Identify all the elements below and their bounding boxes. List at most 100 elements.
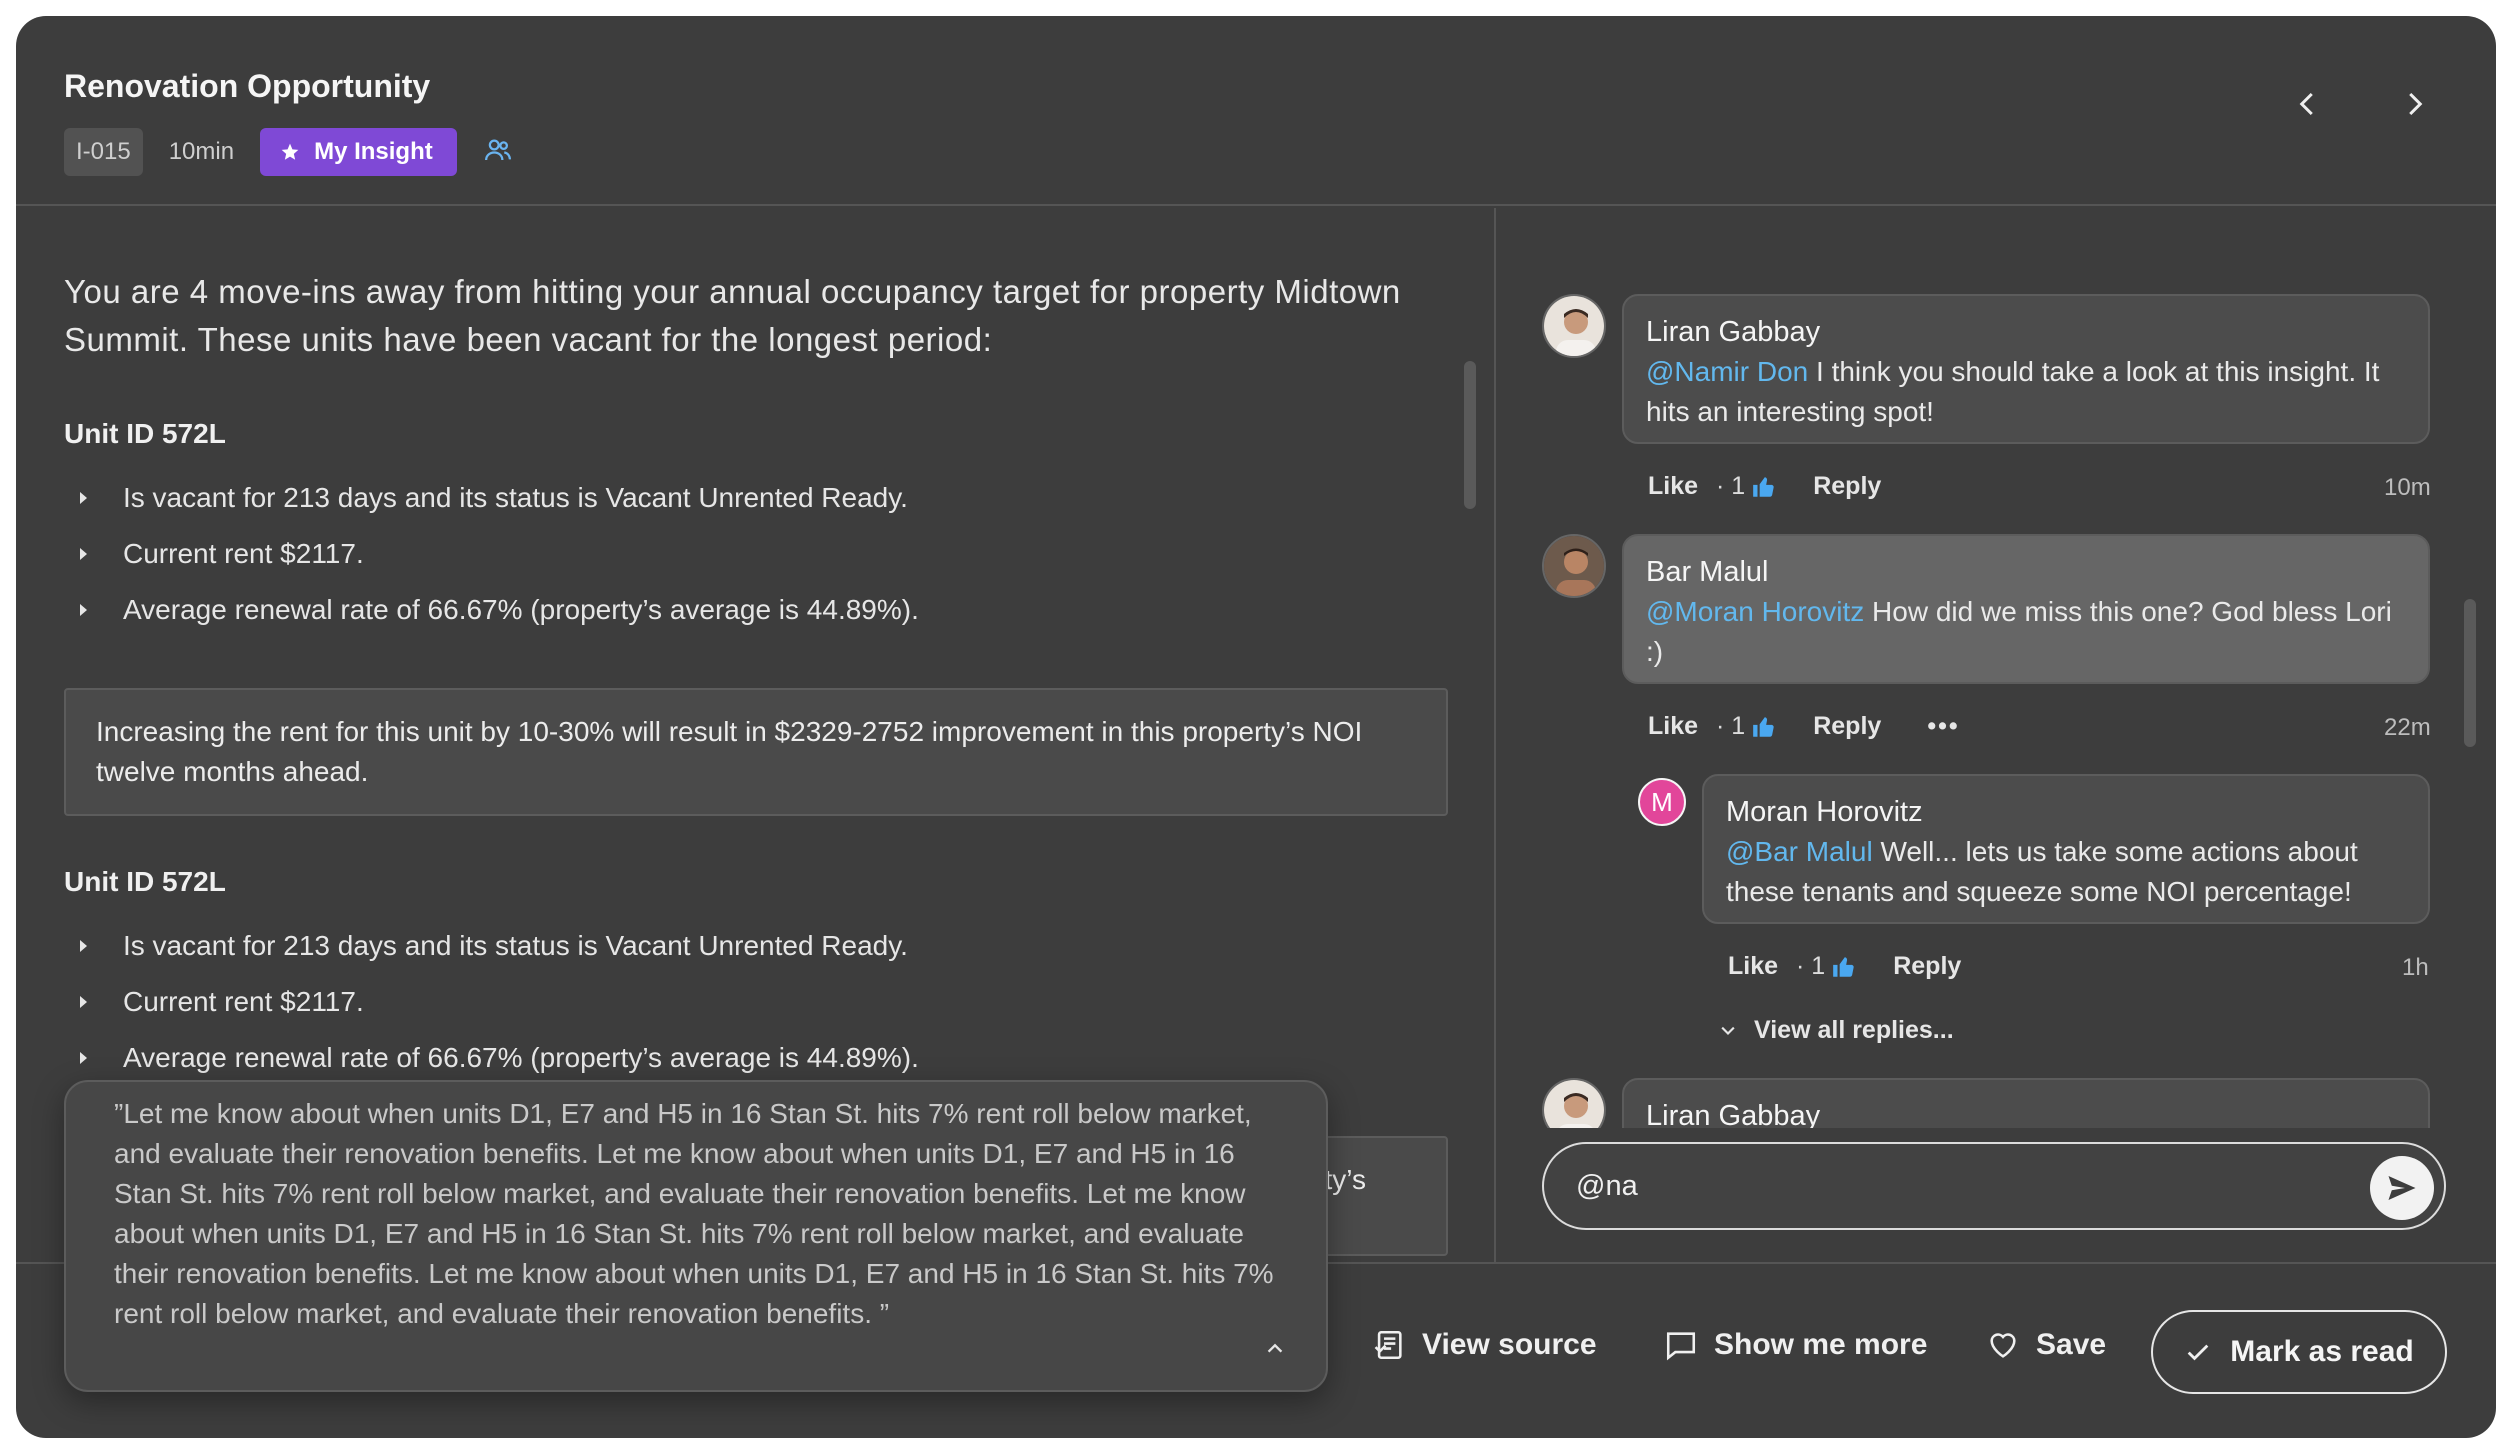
like-count: · 1 [1716,472,1777,501]
list-item: Average renewal rate of 66.67% (property… [76,582,1436,638]
comments-scrollbar[interactable] [2464,599,2476,747]
avatar[interactable]: M [1638,778,1686,826]
avatar[interactable] [1542,534,1606,598]
mention-link[interactable]: @Moran Horovitz [1646,596,1864,627]
comment-actions: Like · 1 Reply [1728,952,1961,981]
next-insight-button[interactable] [2396,86,2432,122]
chevron-down-icon [1721,1026,1735,1035]
caret-right-icon [80,492,87,504]
heart-icon [1990,1333,2016,1358]
show-more-button[interactable]: Show me more [1664,1328,1927,1362]
insight-navigation [2290,86,2432,122]
bullet-text: Is vacant for 213 days and its status is… [123,930,908,961]
bullet-text: Average renewal rate of 66.67% (property… [123,594,919,625]
page-title: Renovation Opportunity [64,68,431,104]
bullet-text: Is vacant for 213 days and its status is… [123,482,908,513]
like-button[interactable]: Like [1648,712,1698,741]
insight-modal: Renovation Opportunity I-015 10min My In… [16,16,2496,1438]
read-time: 10min [168,138,235,165]
comment-time: 1h [2402,954,2429,981]
caret-right-icon [80,940,87,952]
comment-bubble: Bar Malul @Moran Horovitz How did we mis… [1622,534,2430,684]
save-label: Save [2036,1328,2107,1361]
send-button[interactable] [2370,1156,2434,1220]
send-icon [2388,1176,2416,1200]
bullet-text: Current rent $2117. [123,538,364,569]
comment-author: Liran Gabbay [1646,316,1821,348]
mark-as-read-button[interactable]: Mark as read [2151,1310,2447,1394]
comment-input[interactable] [1576,1164,2336,1208]
comment-composer [1542,1142,2446,1230]
comments-panel[interactable]: Liran Gabbay @Namir Don I think you shou… [1496,208,2496,1128]
list-item: Is vacant for 213 days and its status is… [76,918,1436,974]
thumbs-up-icon [1833,956,1854,977]
save-button[interactable]: Save [1986,1328,2106,1362]
chat-bubble-icon [1666,1332,1696,1361]
comment-actions: Like · 1 Reply ••• [1648,712,1960,741]
caret-right-icon [80,548,87,560]
prompt-popover[interactable]: ”Let me know about when units D1, E7 and… [64,1080,1328,1392]
comment-bubble: Liran Gabbay [1622,1078,2430,1128]
caret-right-icon [80,1052,87,1064]
avatar[interactable] [1542,1078,1606,1128]
like-count: · 1 [1796,952,1857,981]
view-all-label: View all replies... [1754,1016,1954,1044]
view-source-label: View source [1422,1328,1597,1361]
more-options-icon[interactable]: ••• [1927,712,1959,741]
list-item: Current rent $2117. [76,974,1436,1030]
checkmark-icon [2187,1344,2209,1361]
modal-header: Renovation Opportunity I-015 10min My In… [16,16,2496,206]
comment-author: Moran Horovitz [1726,796,1923,828]
thumbs-up-icon [1753,716,1774,737]
insight-id-badge: I-015 [64,128,143,176]
avatar[interactable] [1542,294,1606,358]
like-count-text: · 1 [1716,472,1746,500]
insight-intro: You are 4 move-ins away from hitting you… [64,273,1401,358]
like-count-text: · 1 [1716,712,1746,740]
insight-meta: I-015 10min My Insight [64,128,513,176]
chevron-left-icon [2299,92,2313,116]
comment-author: Liran Gabbay [1646,1100,1821,1128]
like-button[interactable]: Like [1648,472,1698,501]
unit-title: Unit ID 572L [64,866,226,897]
like-button[interactable]: Like [1728,952,1778,981]
reply-button[interactable]: Reply [1893,952,1961,981]
chevron-right-icon [2409,92,2423,116]
view-source-button[interactable]: View source [1372,1328,1597,1362]
reply-button[interactable]: Reply [1813,472,1881,501]
previous-insight-button[interactable] [2290,86,2326,122]
thumbs-up-icon [1753,476,1774,497]
collapse-button[interactable] [1264,1330,1286,1370]
body-scrollbar[interactable] [1464,361,1476,509]
star-icon [281,143,299,160]
reply-button[interactable]: Reply [1813,712,1881,741]
unit-title: Unit ID 572L [64,418,226,449]
share-users-icon[interactable] [483,135,513,170]
unit-bullets: Is vacant for 213 days and its status is… [76,470,1436,638]
comment-actions: Like · 1 Reply [1648,472,1881,501]
view-all-replies-button[interactable]: View all replies... [1718,1016,1954,1045]
source-icon [1374,1330,1402,1360]
comment-bubble: Liran Gabbay @Namir Don I think you shou… [1622,294,2430,444]
list-item: Average renewal rate of 66.67% (property… [76,1030,1436,1086]
bullet-text: Average renewal rate of 66.67% (property… [123,1042,919,1073]
comment-time: 10m [2384,474,2431,501]
recommendation-callout: Increasing the rent for this unit by 10-… [64,688,1448,816]
list-item: Is vacant for 213 days and its status is… [76,470,1436,526]
like-count-text: · 1 [1796,952,1826,980]
comment-time: 22m [2384,714,2431,741]
mark-as-read-label: Mark as read [2230,1335,2414,1368]
bullet-text: Current rent $2117. [123,986,364,1017]
caret-right-icon [80,996,87,1008]
my-insight-badge[interactable]: My Insight [260,128,457,176]
unit-bullets: Is vacant for 213 days and its status is… [76,918,1436,1086]
mention-link[interactable]: @Bar Malul [1726,836,1873,867]
list-item: Current rent $2117. [76,526,1436,582]
show-more-label: Show me more [1714,1328,1928,1361]
prompt-text: ”Let me know about when units D1, E7 and… [114,1098,1274,1329]
mention-link[interactable]: @Namir Don [1646,356,1808,387]
chevron-up-icon [1267,1343,1283,1353]
reply-bubble: Moran Horovitz @Bar Malul Well... lets u… [1702,774,2430,924]
caret-right-icon [80,604,87,616]
my-insight-label: My Insight [314,138,433,165]
